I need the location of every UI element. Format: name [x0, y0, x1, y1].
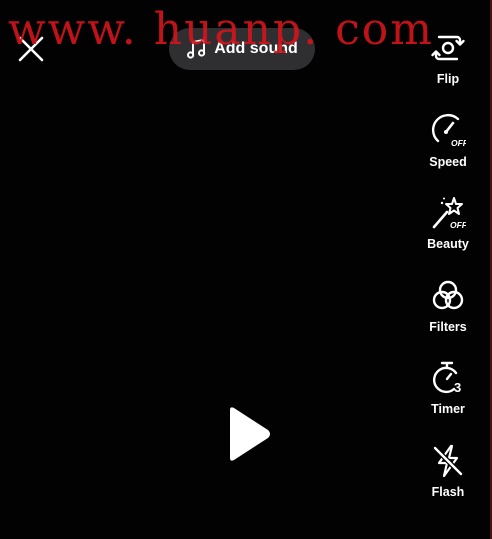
beauty-off-badge: OFF: [450, 220, 466, 230]
beauty-label: Beauty: [427, 237, 469, 251]
flash-button[interactable]: Flash: [404, 441, 492, 524]
timer-button[interactable]: 3 Timer: [404, 358, 492, 441]
flip-label: Flip: [436, 72, 460, 86]
camera-screen: Add sound Flip OFF: [0, 0, 492, 539]
beauty-button[interactable]: OFF Beauty: [404, 193, 492, 276]
timer-label: Timer: [431, 402, 465, 416]
speed-label: Speed: [429, 154, 467, 169]
close-icon: [18, 36, 44, 62]
close-button[interactable]: [14, 32, 48, 66]
flip-button[interactable]: Flip: [404, 28, 492, 111]
filters-button[interactable]: Filters: [404, 276, 492, 359]
magic-wand-icon: OFF: [432, 197, 466, 230]
flash-label: Flash: [431, 484, 465, 499]
filters-circles-icon: [432, 280, 464, 309]
speed-gauge-icon: OFF: [431, 113, 466, 148]
music-note-icon: [187, 39, 206, 59]
timer-seconds-badge: 3: [454, 380, 461, 395]
flash-off-icon: [432, 444, 464, 477]
timer-icon: 3: [433, 361, 461, 395]
play-icon: [230, 407, 270, 461]
play-button[interactable]: [218, 402, 278, 466]
side-toolbar: Flip OFF Speed OFF: [404, 28, 492, 523]
flip-camera-icon: [431, 35, 465, 61]
filters-label: Filters: [429, 319, 467, 334]
speed-off-badge: OFF: [451, 138, 466, 148]
add-sound-label: Add sound: [214, 40, 298, 57]
speed-button[interactable]: OFF Speed: [404, 111, 492, 194]
add-sound-button[interactable]: Add sound: [169, 28, 315, 70]
